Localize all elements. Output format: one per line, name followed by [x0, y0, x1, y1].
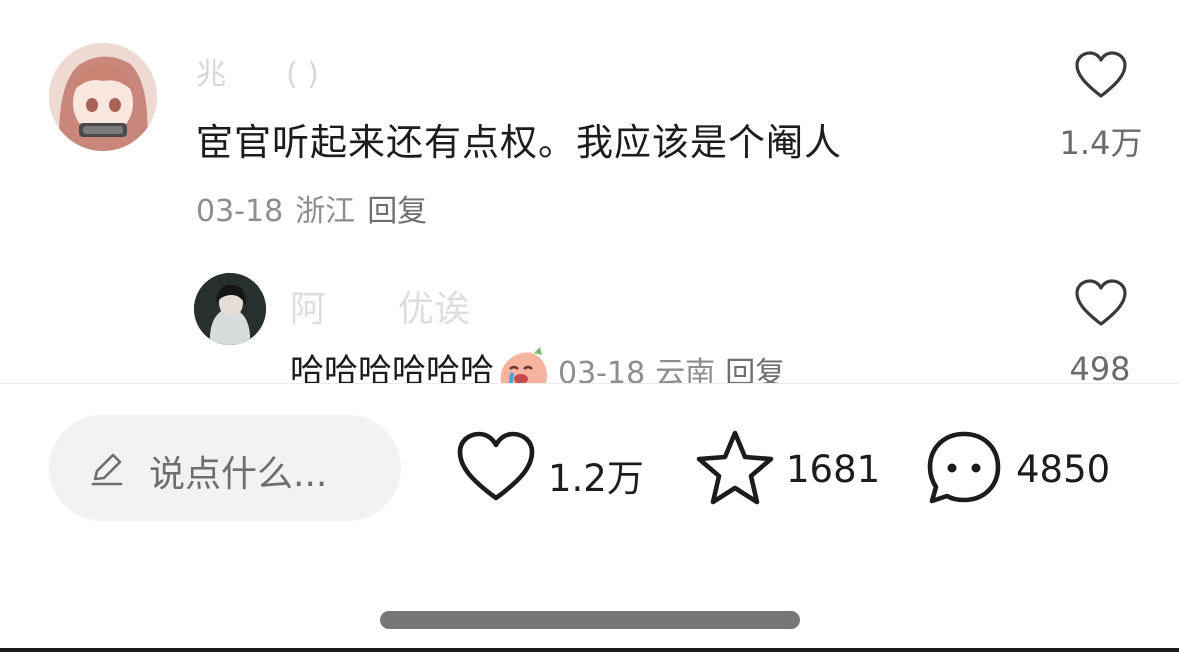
post-like-count: 1.2万 — [548, 457, 644, 500]
comment-text: 宦官听起来还有点权。我应该是个阉人 — [196, 121, 842, 164]
comment-location: 浙江 — [295, 194, 356, 229]
comment-meta: 03-18 浙江 回复 — [196, 186, 439, 230]
person-photo-avatar-icon — [194, 273, 266, 345]
post-comment-count: 4850 — [1016, 448, 1111, 491]
speech-bubble-icon — [927, 431, 1001, 504]
post-like-button[interactable] — [456, 430, 536, 508]
comment-avatar[interactable] — [49, 43, 157, 151]
comment-like-button[interactable] — [1074, 50, 1128, 104]
comment-reply-button[interactable]: 回复 — [367, 194, 427, 229]
star-icon — [696, 430, 774, 505]
reply-username[interactable]: 阿 优诶 — [290, 280, 470, 332]
reply-like-button[interactable] — [1074, 278, 1128, 332]
heart-icon — [1075, 279, 1127, 326]
comment-like-count: 1.4万 — [1059, 124, 1143, 162]
post-favorite-count: 1681 — [786, 448, 881, 491]
anime-girl-avatar-icon — [49, 43, 157, 151]
comment-input[interactable]: 说点什么... — [49, 415, 401, 521]
heart-icon — [457, 431, 535, 501]
post-comment-button[interactable] — [924, 428, 1004, 512]
comment-username[interactable]: 兆 ( ) — [196, 58, 319, 92]
comment-date: 03-18 — [196, 194, 284, 229]
reply-avatar[interactable] — [194, 273, 266, 345]
bottom-divider — [0, 648, 1179, 652]
pencil-icon — [91, 453, 123, 486]
home-indicator[interactable] — [380, 611, 800, 629]
comment-input-placeholder: 说点什么... — [149, 454, 328, 495]
heart-icon — [1075, 51, 1127, 98]
post-favorite-button[interactable] — [694, 428, 776, 512]
